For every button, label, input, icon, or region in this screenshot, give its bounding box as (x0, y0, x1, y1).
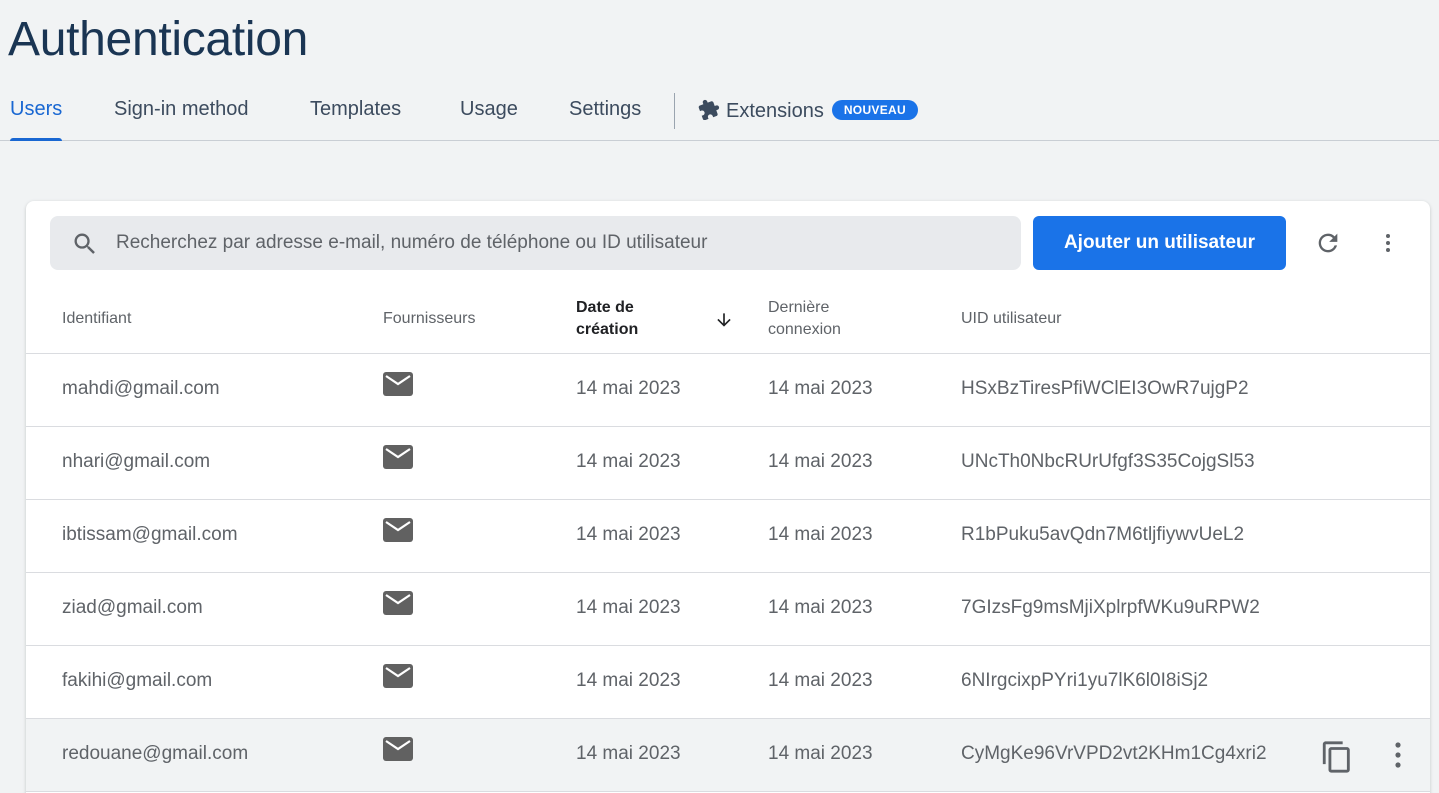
column-uid: UID utilisateur (961, 310, 1062, 327)
tab-usage[interactable]: Usage (460, 98, 518, 141)
copy-icon[interactable] (1320, 739, 1354, 775)
add-user-button[interactable]: Ajouter un utilisateur (1033, 216, 1286, 270)
tab-extensions-label: Extensions (726, 100, 824, 122)
table-row[interactable]: mahdi@gmail.com 14 mai 2023 14 mai 2023 HSx… (26, 354, 1430, 427)
table-row[interactable]: nhari@gmail.com 14 mai 2023 14 mai 2023 UNc… (26, 427, 1430, 500)
cell-uid: 7GIzsFg9msMjiXplrpfWKu9uRPW2 (961, 597, 1260, 618)
column-created[interactable]: Date de création (576, 297, 638, 341)
users-card: Ajouter un utilisateur Identifiant Fourn… (26, 201, 1430, 793)
cell-created: 14 mai 2023 (576, 597, 681, 618)
cell-identifier: fakihi@gmail.com (62, 670, 213, 691)
refresh-button[interactable] (1308, 223, 1348, 263)
table-row[interactable]: redouane@gmail.com 14 mai 2023 14 mai 2023… (26, 719, 1430, 792)
cell-identifier: redouane@gmail.com (62, 743, 249, 764)
tab-divider (674, 93, 675, 129)
cell-identifier: ziad@gmail.com (62, 597, 203, 618)
cell-last-signin: 14 mai 2023 (768, 597, 873, 618)
column-created-line1: Date de (576, 299, 634, 316)
column-last-signin: Dernière connexion (768, 297, 841, 341)
page-title: Authentication (8, 13, 309, 66)
new-badge: NOUVEAU (831, 100, 918, 120)
cell-identifier: mahdi@gmail.com (62, 378, 220, 399)
cell-uid: HSxBzTiresPfiWClEI3OwR7ujgP2 (961, 378, 1249, 399)
more-options-button[interactable] (1368, 223, 1408, 263)
tab-users[interactable]: Users (10, 98, 63, 141)
table-header: Identifiant Fournisseurs Date de créatio… (26, 285, 1430, 354)
email-provider-icon (383, 664, 413, 688)
cell-last-signin: 14 mai 2023 (768, 670, 873, 691)
row-more-icon[interactable] (1388, 739, 1408, 771)
email-provider-icon (383, 518, 413, 542)
cell-created: 14 mai 2023 (576, 670, 681, 691)
cell-last-signin: 14 mai 2023 (768, 451, 873, 472)
cell-created: 14 mai 2023 (576, 524, 681, 545)
refresh-icon (1318, 233, 1338, 253)
table-row[interactable]: ziad@gmail.com 14 mai 2023 14 mai 2023 7GIz… (26, 573, 1430, 646)
search-bar[interactable] (50, 216, 1021, 270)
cell-created: 14 mai 2023 (576, 743, 681, 764)
cell-identifier: ibtissam@gmail.com (62, 524, 238, 545)
search-input[interactable] (116, 216, 1006, 270)
sort-desc-icon[interactable] (714, 310, 734, 330)
column-last-signin-line2: connexion (768, 321, 841, 338)
email-provider-icon (383, 591, 413, 615)
more-vert-icon (1386, 234, 1390, 252)
cell-uid: R1bPuku5avQdn7M6tljfiywvUeL2 (961, 524, 1245, 545)
search-icon (74, 233, 95, 254)
cell-last-signin: 14 mai 2023 (768, 743, 873, 764)
column-last-signin-line1: Dernière (768, 299, 830, 316)
cell-uid: CyMgKe96VrVPD2vt2KHm1Cg4xri2 (961, 743, 1267, 764)
email-provider-icon (383, 372, 413, 396)
cell-created: 14 mai 2023 (576, 451, 681, 472)
tab-bar: Users Sign-in method Templates Usage Set… (0, 88, 1439, 141)
email-provider-icon (383, 737, 413, 761)
cell-created: 14 mai 2023 (576, 378, 681, 399)
cell-uid: UNcTh0NbcRUrUfgf3S35CojgSl53 (961, 451, 1255, 472)
table-row[interactable]: fakihi@gmail.com 14 mai 2023 14 mai 2023 6N… (26, 646, 1430, 719)
column-providers: Fournisseurs (383, 310, 476, 327)
cell-identifier: nhari@gmail.com (62, 451, 211, 472)
email-provider-icon (383, 445, 413, 469)
tab-sign-in-method[interactable]: Sign-in method (114, 98, 249, 141)
tab-settings[interactable]: Settings (569, 98, 641, 141)
cell-last-signin: 14 mai 2023 (768, 378, 873, 399)
puzzle-icon (698, 99, 720, 120)
column-created-line2: création (576, 321, 639, 338)
tab-templates[interactable]: Templates (310, 98, 401, 141)
tab-extensions[interactable]: Extensions NOUVEAU (698, 98, 918, 141)
cell-last-signin: 14 mai 2023 (768, 524, 873, 545)
cell-uid: 6NIrgcixpPYri1yu7lK6l0I8iSj2 (961, 670, 1209, 691)
table-row[interactable]: ibtissam@gmail.com 14 mai 2023 14 mai 2023… (26, 500, 1430, 573)
column-identifier: Identifiant (62, 310, 132, 327)
